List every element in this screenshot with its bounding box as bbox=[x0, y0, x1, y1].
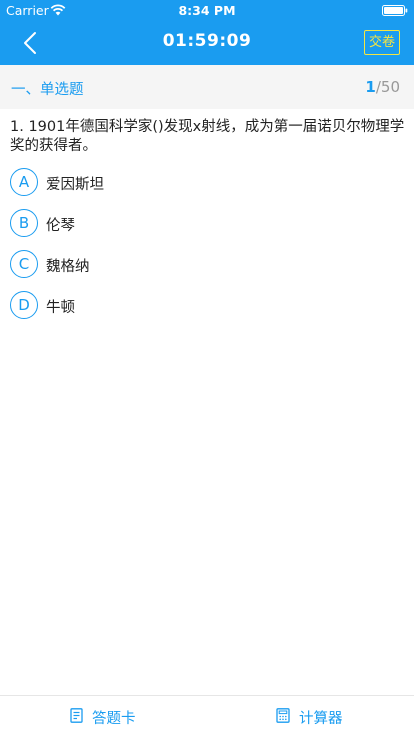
calculator-label: 计算器 bbox=[299, 711, 343, 727]
exam-timer: 01:59:09 bbox=[162, 31, 252, 51]
nav-bar: 01:59:09 交卷 bbox=[0, 20, 414, 65]
option-a-letter: A bbox=[10, 168, 38, 196]
calculator-icon bbox=[276, 708, 290, 723]
answer-card-icon bbox=[70, 708, 83, 723]
question-counter: 1/50 bbox=[365, 78, 400, 96]
option-a-text: 爱因斯坦 bbox=[46, 177, 104, 193]
back-chevron-icon[interactable] bbox=[18, 30, 44, 56]
section-header: 一、单选题 1/50 bbox=[0, 65, 414, 109]
battery-icon bbox=[382, 5, 408, 16]
submit-exam-button[interactable]: 交卷 bbox=[364, 30, 400, 55]
option-d-letter: D bbox=[10, 291, 38, 319]
section-title: 一、单选题 bbox=[11, 82, 84, 98]
option-b-text: 伦琴 bbox=[46, 218, 75, 234]
option-c-letter: C bbox=[10, 250, 38, 278]
option-c[interactable]: C 魏格纳 bbox=[10, 248, 400, 289]
answer-card-label: 答题卡 bbox=[92, 711, 136, 727]
option-b[interactable]: B 伦琴 bbox=[10, 207, 400, 248]
calculator-button[interactable]: 计算器 bbox=[276, 696, 366, 736]
option-b-letter: B bbox=[10, 209, 38, 237]
option-c-text: 魏格纳 bbox=[46, 259, 90, 275]
answer-card-button[interactable]: 答题卡 bbox=[70, 696, 160, 736]
bottom-tab-bar: 答题卡 计算器 bbox=[0, 695, 414, 736]
question-text: 1. 1901年德国科学家()发现x射线，成为第一届诺贝尔物理学奖的获得者。 bbox=[10, 119, 405, 154]
current-question-number: 1 bbox=[365, 78, 376, 96]
total-questions: /50 bbox=[375, 78, 400, 96]
option-a[interactable]: A 爱因斯坦 bbox=[10, 166, 400, 207]
status-time: 8:34 PM bbox=[178, 3, 236, 18]
option-d-text: 牛顿 bbox=[46, 300, 75, 316]
option-d[interactable]: D 牛顿 bbox=[10, 289, 400, 330]
status-bar: Carrier 8:34 PM bbox=[0, 0, 414, 20]
options-list: A 爱因斯坦 B 伦琴 C 魏格纳 D 牛顿 bbox=[10, 166, 400, 330]
